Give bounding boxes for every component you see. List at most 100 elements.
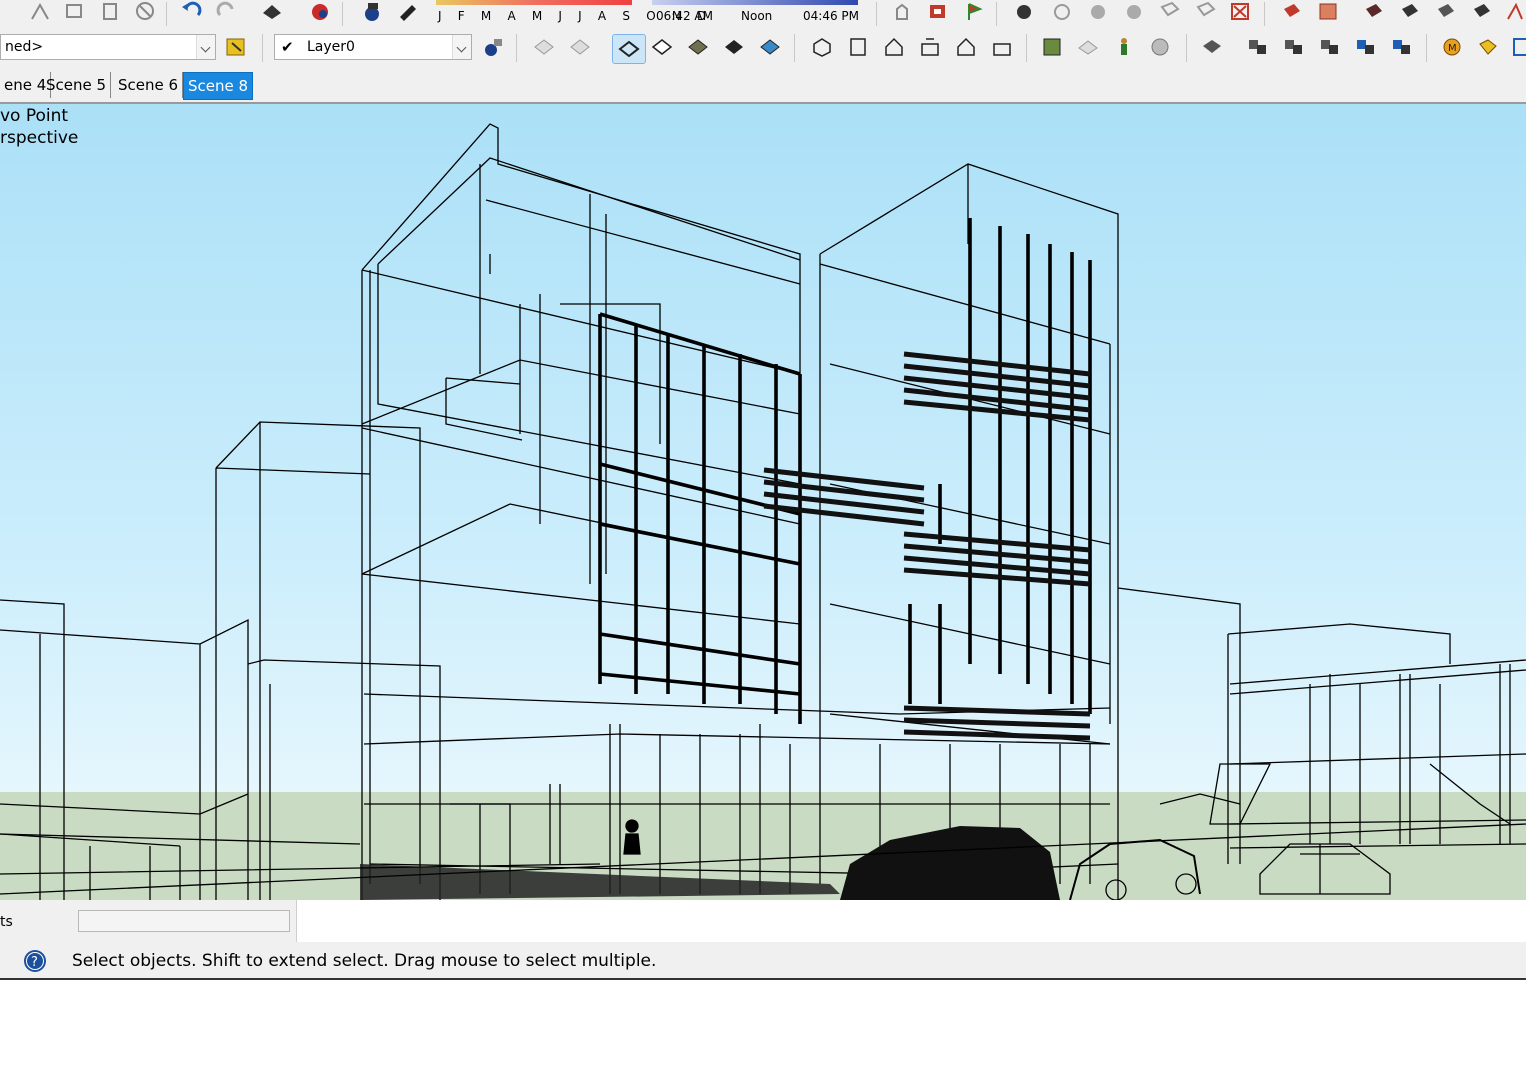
drawing-viewport[interactable]: vo Point rspective bbox=[0, 104, 1526, 900]
subtract-icon[interactable] bbox=[1354, 36, 1378, 58]
zoom-window-icon[interactable] bbox=[1158, 1, 1182, 23]
separator bbox=[876, 2, 877, 26]
undo-icon[interactable] bbox=[180, 1, 204, 23]
geo-location-icon[interactable] bbox=[1148, 36, 1172, 58]
layer-dropdown[interactable]: ✔ Layer0 bbox=[274, 34, 472, 60]
right-view-icon[interactable] bbox=[918, 36, 942, 58]
svg-text:M: M bbox=[1448, 43, 1457, 54]
zoom-icon[interactable] bbox=[1122, 1, 1146, 23]
window-frames bbox=[598, 218, 1092, 724]
flag-icon[interactable] bbox=[962, 1, 986, 23]
status-message: Select objects. Shift to extend select. … bbox=[72, 951, 657, 971]
hand-icon[interactable] bbox=[890, 1, 914, 23]
tab-scene-6[interactable]: Scene 6 bbox=[114, 72, 184, 98]
separator bbox=[342, 2, 343, 26]
separator bbox=[1264, 2, 1265, 26]
eraser-tool-icon[interactable] bbox=[98, 1, 122, 23]
orbit-icon[interactable] bbox=[1050, 1, 1074, 23]
solid-trim-icon[interactable] bbox=[1470, 1, 1494, 23]
monochrome-icon[interactable] bbox=[758, 36, 782, 58]
delete-icon[interactable] bbox=[1228, 1, 1252, 23]
time-slider-track[interactable] bbox=[652, 0, 858, 5]
left-view-icon[interactable] bbox=[990, 36, 1014, 58]
status-bar: ? Select objects. Shift to extend select… bbox=[0, 942, 1526, 980]
pan-icon[interactable] bbox=[1086, 1, 1110, 23]
camera-type-label: vo Point bbox=[0, 106, 69, 126]
camera-projection-label: rspective bbox=[0, 128, 79, 148]
solid-subtract-icon[interactable] bbox=[1434, 1, 1458, 23]
back-edges-icon[interactable] bbox=[568, 36, 592, 58]
style-dropdown[interactable]: ned> bbox=[0, 34, 216, 60]
solid-tools-icon[interactable] bbox=[1362, 1, 1386, 23]
tab-scene-5[interactable]: Scene 5 bbox=[42, 72, 112, 98]
components-icon[interactable] bbox=[1200, 36, 1224, 58]
separator bbox=[262, 34, 263, 62]
balcony-hatching bbox=[763, 351, 1091, 741]
tab-scene-8[interactable]: Scene 8 bbox=[183, 72, 254, 100]
separator bbox=[1186, 34, 1187, 62]
smoove-icon[interactable] bbox=[1076, 36, 1100, 58]
sandbox-icon[interactable] bbox=[1040, 36, 1064, 58]
shadow-toggle-icon[interactable] bbox=[396, 1, 420, 23]
shadow-info-icon[interactable] bbox=[360, 1, 384, 23]
model-info-icon[interactable] bbox=[260, 1, 284, 23]
separator bbox=[996, 2, 997, 26]
right-building-wireframe bbox=[1117, 587, 1526, 864]
style-settings-icon[interactable] bbox=[224, 36, 248, 58]
top-view-icon[interactable] bbox=[846, 36, 870, 58]
hidden-line-icon[interactable] bbox=[650, 36, 674, 58]
measurements-input[interactable] bbox=[78, 910, 290, 932]
ruby-console-icon[interactable] bbox=[1510, 36, 1526, 58]
back-view-icon[interactable] bbox=[954, 36, 978, 58]
paint-tool-icon[interactable] bbox=[62, 1, 86, 23]
wireframe-icon[interactable] bbox=[612, 34, 646, 64]
no-entry-icon[interactable] bbox=[133, 1, 157, 23]
time-end-label: 04:46 PM bbox=[803, 9, 859, 23]
check-icon: ✔ bbox=[281, 38, 294, 56]
union-icon[interactable] bbox=[1318, 36, 1342, 58]
toolbar-row-2: ned> ✔ Layer0 M bbox=[0, 28, 1526, 69]
left-building-wireframe bbox=[0, 421, 441, 900]
walkthrough-icon[interactable] bbox=[1012, 1, 1036, 23]
separator bbox=[166, 2, 167, 26]
toolbar-row-1: J F M A M J J A S O N D 06:42 AM Noon 04… bbox=[0, 0, 1526, 29]
trim-icon[interactable] bbox=[1390, 36, 1414, 58]
chevron-down-icon[interactable] bbox=[196, 35, 215, 59]
solid-union-icon[interactable] bbox=[1398, 1, 1422, 23]
style-dropdown-value: ned> bbox=[5, 39, 44, 55]
layer-manager-icon[interactable] bbox=[480, 36, 504, 58]
zoom-extents-icon[interactable] bbox=[1194, 1, 1218, 23]
intersect-icon[interactable] bbox=[1282, 36, 1306, 58]
date-slider-track[interactable] bbox=[436, 0, 632, 5]
iso-view-icon[interactable] bbox=[810, 36, 834, 58]
shaded-icon[interactable] bbox=[686, 36, 710, 58]
3d-warehouse-icon[interactable] bbox=[308, 1, 332, 23]
measurements-panel: ts bbox=[0, 900, 297, 943]
xray-icon[interactable] bbox=[532, 36, 556, 58]
grid-icon[interactable] bbox=[1316, 1, 1340, 23]
chevron-down-icon[interactable] bbox=[452, 35, 471, 59]
time-start-label: 06:42 AM bbox=[656, 9, 713, 23]
section-plane-icon[interactable] bbox=[926, 1, 950, 23]
redo-icon[interactable] bbox=[214, 1, 238, 23]
red-box-icon[interactable] bbox=[1280, 1, 1304, 23]
select-tool-icon[interactable] bbox=[28, 1, 52, 23]
figure-icon[interactable] bbox=[1112, 36, 1136, 58]
help-icon[interactable]: ? bbox=[23, 949, 47, 973]
measurements-label: ts bbox=[0, 914, 13, 930]
ground-details bbox=[0, 819, 1526, 900]
extension-icon[interactable] bbox=[1502, 1, 1526, 23]
separator bbox=[794, 34, 795, 62]
svg-text:?: ? bbox=[31, 955, 38, 970]
time-noon-label: Noon bbox=[741, 9, 773, 23]
layer-dropdown-value: Layer0 bbox=[307, 39, 355, 55]
separator bbox=[516, 34, 517, 62]
front-view-icon[interactable] bbox=[882, 36, 906, 58]
tag-icon[interactable] bbox=[1476, 36, 1500, 58]
m-badge-icon[interactable]: M bbox=[1440, 36, 1464, 58]
scene-tabs: ene 4 Scene 5 Scene 6 Scene 8 bbox=[0, 68, 1526, 104]
outer-shell-icon[interactable] bbox=[1246, 36, 1270, 58]
separator bbox=[1426, 34, 1427, 62]
shaded-textures-icon[interactable] bbox=[722, 36, 746, 58]
wireframe-model bbox=[0, 123, 1526, 900]
